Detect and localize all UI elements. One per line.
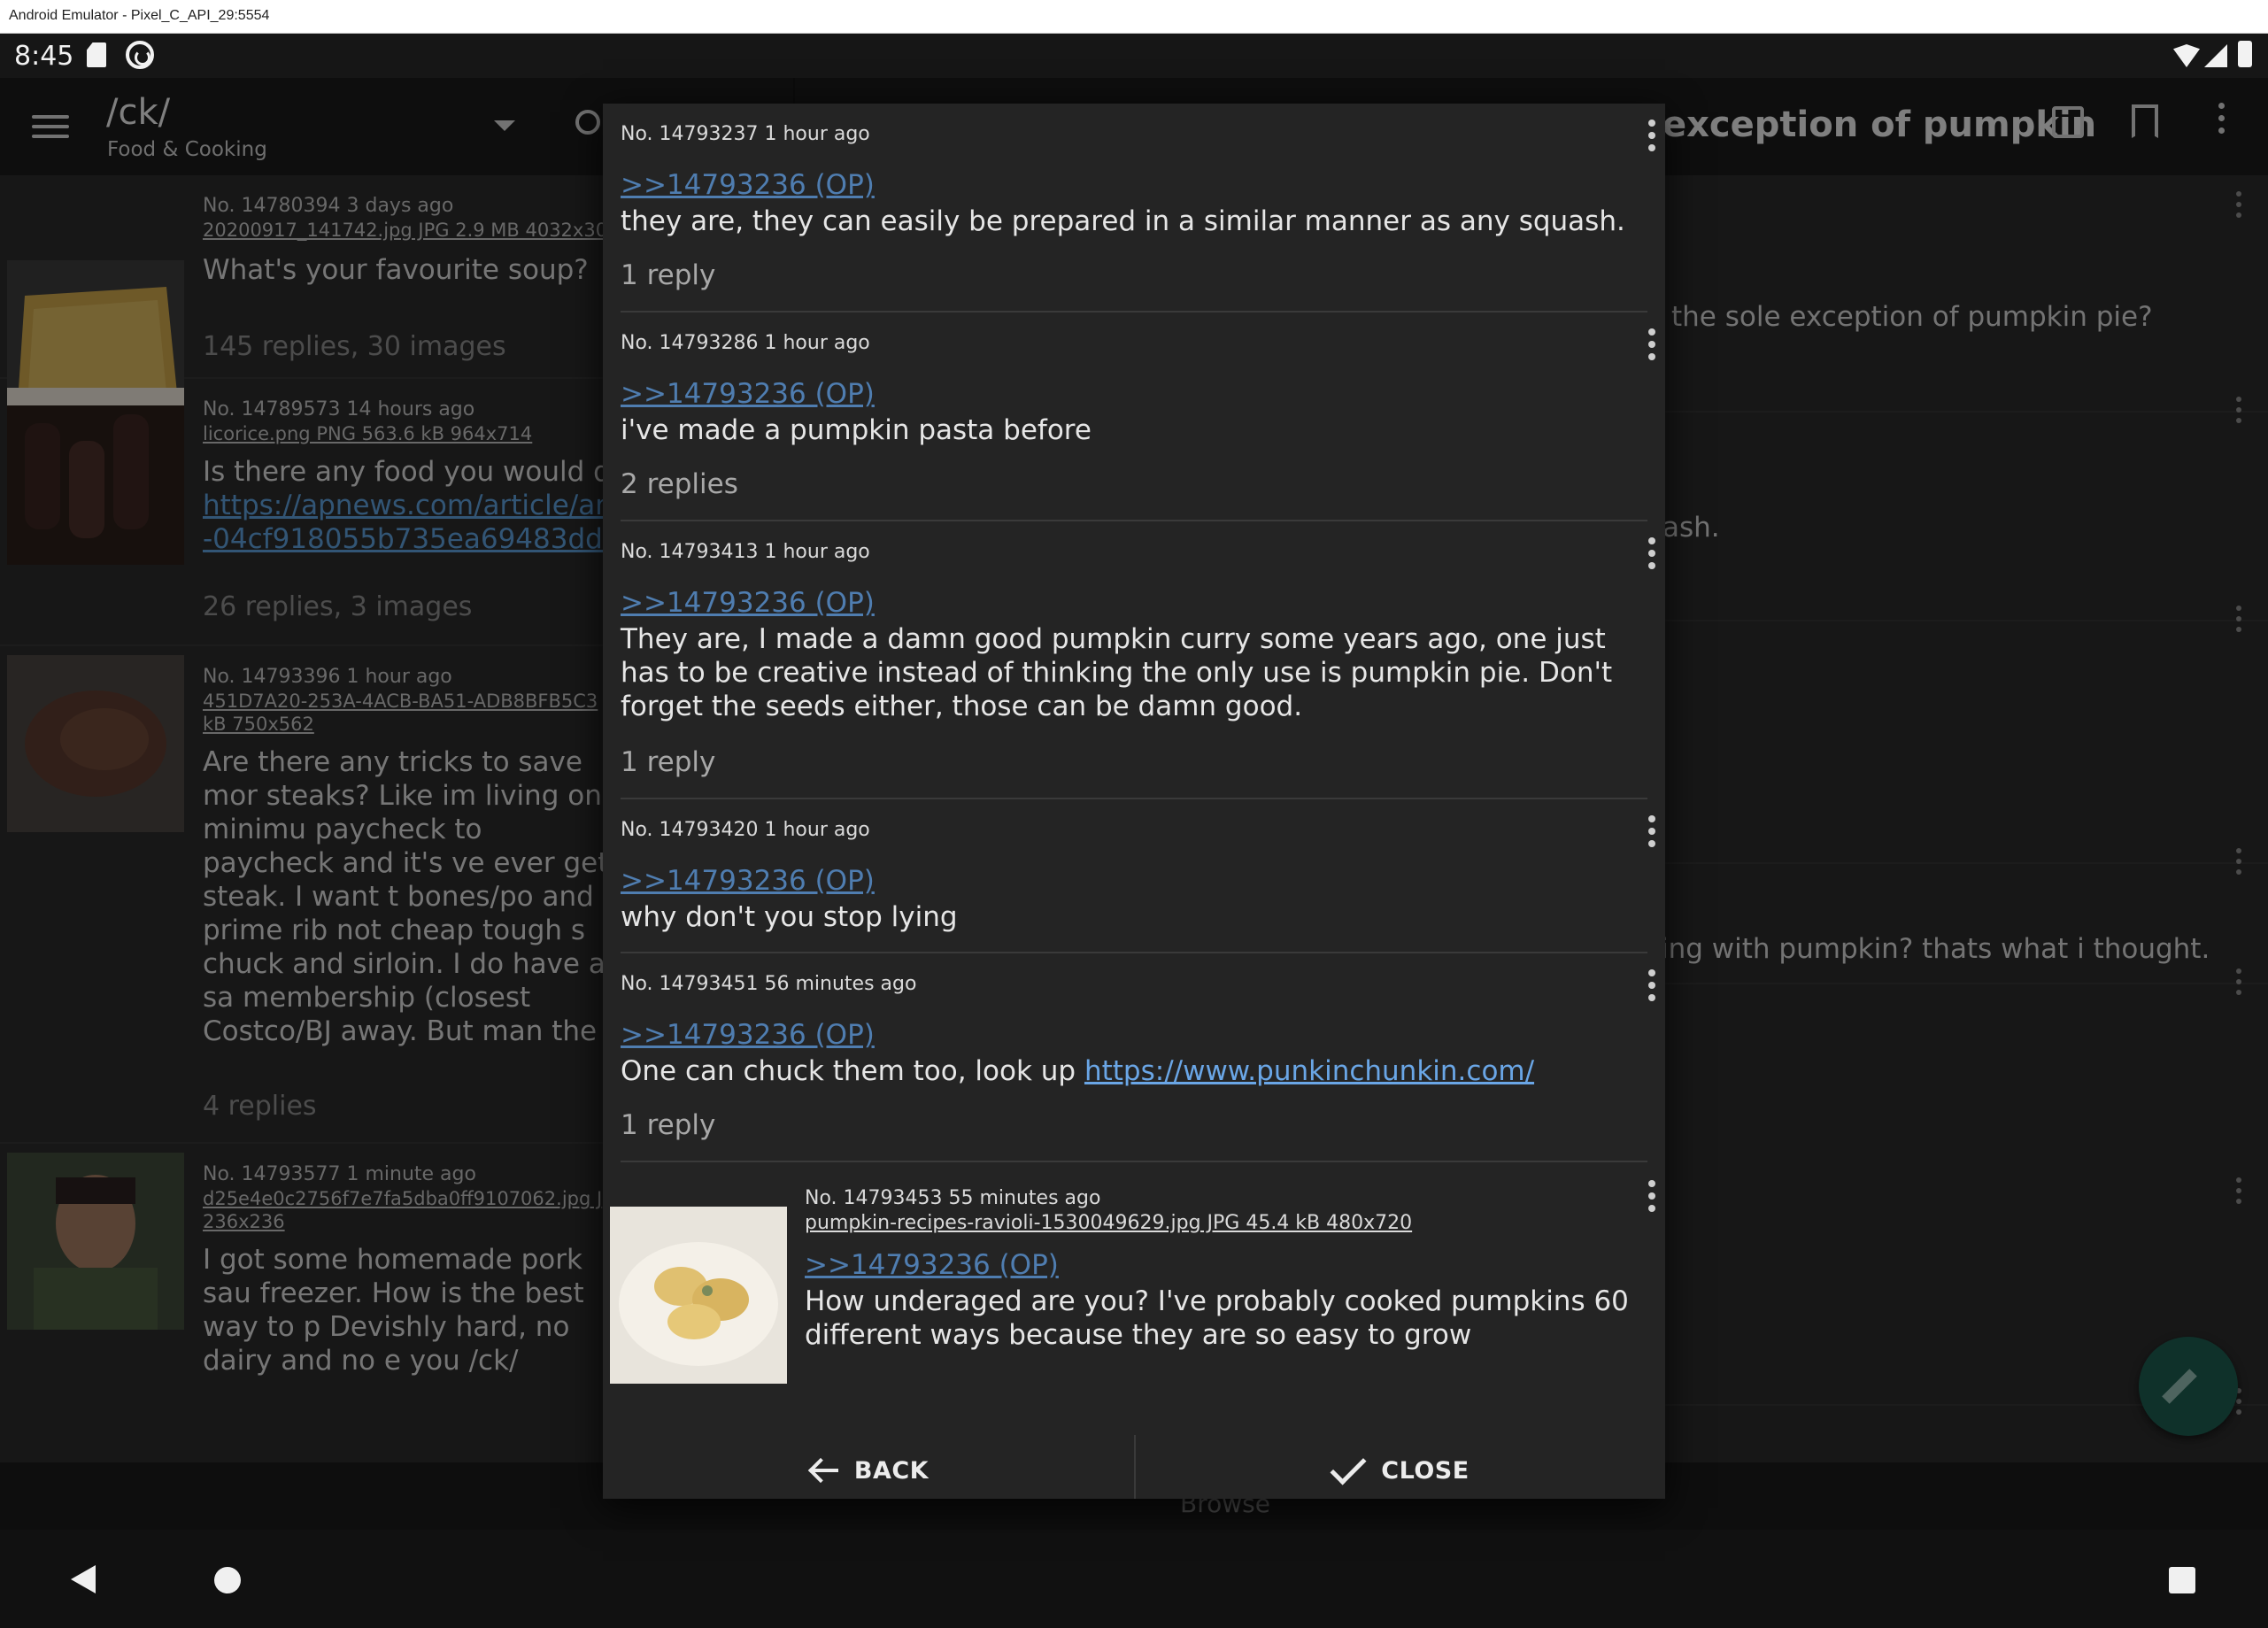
- reply-post[interactable]: No. 14793451 56 minutes ago >>14793236 (…: [621, 953, 1655, 1162]
- close-button-label: CLOSE: [1381, 1456, 1470, 1485]
- reply-post[interactable]: No. 14793286 1 hour ago >>14793236 (OP) …: [621, 312, 1655, 521]
- reply-post[interactable]: No. 14793237 1 hour ago >>14793236 (OP) …: [621, 104, 1655, 312]
- post-quote-link[interactable]: >>14793236 (OP): [621, 587, 875, 619]
- post-quote-link[interactable]: >>14793236 (OP): [621, 865, 875, 897]
- nav-back-icon[interactable]: [71, 1565, 96, 1593]
- nav-home-icon[interactable]: [214, 1567, 241, 1593]
- close-button[interactable]: CLOSE: [1134, 1435, 1665, 1499]
- post-overflow-icon[interactable]: [1648, 537, 1655, 575]
- post-body: why don't you stop lying: [621, 901, 958, 933]
- post-overflow-icon[interactable]: [1648, 815, 1655, 853]
- dialog-actions: BACK CLOSE: [603, 1435, 1665, 1499]
- post-body-text: One can chuck them too, look up: [621, 1055, 1084, 1087]
- post-overflow-icon[interactable]: [1648, 328, 1655, 366]
- post-thumbnail[interactable]: [610, 1207, 787, 1384]
- system-nav-bar: [0, 1530, 2268, 1628]
- post-quote-link[interactable]: >>14793236 (OP): [621, 378, 875, 410]
- battery-icon: [2238, 41, 2252, 67]
- post-overflow-icon[interactable]: [1648, 969, 1655, 1007]
- post-file[interactable]: pumpkin-recipes-ravioli-1530049629.jpg J…: [805, 1212, 1412, 1234]
- post-replies[interactable]: 2 replies: [621, 468, 738, 500]
- status-time: 8:45: [14, 41, 74, 72]
- device-screen: 8:45 /ck/ Food & Cooking No. 14780394 3 …: [0, 34, 2268, 1628]
- post-external-link[interactable]: https://www.punkinchunkin.com/: [1084, 1055, 1534, 1087]
- post-meta: No. 14793237 1 hour ago: [621, 123, 870, 145]
- post-body: They are, I made a damn good pumpkin cur…: [621, 623, 1613, 722]
- post-body: i've made a pumpkin pasta before: [621, 414, 1092, 446]
- post-quote-link[interactable]: >>14793236 (OP): [621, 1019, 875, 1051]
- back-button[interactable]: BACK: [603, 1435, 1134, 1499]
- post-meta: No. 14793453 55 minutes ago: [805, 1187, 1101, 1209]
- emulator-title-bar: Android Emulator - Pixel_C_API_29:5554: [0, 0, 2268, 34]
- post-quote-link[interactable]: >>14793236 (OP): [621, 169, 875, 201]
- post-replies[interactable]: 1 reply: [621, 746, 715, 778]
- sd-card-icon: [87, 42, 106, 67]
- post-meta: No. 14793420 1 hour ago: [621, 819, 870, 841]
- post-overflow-icon[interactable]: [1648, 120, 1655, 157]
- reply-post[interactable]: No. 14793413 1 hour ago >>14793236 (OP) …: [621, 521, 1655, 799]
- post-overflow-icon[interactable]: [1648, 1180, 1655, 1217]
- replies-dialog: No. 14793237 1 hour ago >>14793236 (OP) …: [603, 104, 1665, 1499]
- post-replies[interactable]: 1 reply: [621, 1109, 715, 1141]
- post-body: How underaged are you? I've probably coo…: [805, 1285, 1629, 1351]
- signal-icon: [2204, 44, 2227, 67]
- emulator-title: Android Emulator - Pixel_C_API_29:5554: [9, 8, 270, 23]
- back-arrow-icon: [808, 1457, 838, 1484]
- status-bar: 8:45: [0, 34, 2268, 78]
- post-meta: No. 14793451 56 minutes ago: [621, 973, 917, 995]
- check-icon: [1330, 1448, 1367, 1485]
- post-meta: No. 14793413 1 hour ago: [621, 541, 870, 563]
- post-body: One can chuck them too, look up https://…: [621, 1054, 1639, 1088]
- post-quote-link[interactable]: >>14793236 (OP): [805, 1249, 1059, 1281]
- wifi-icon: [2173, 44, 2200, 67]
- post-body: they are, they can easily be prepared in…: [621, 205, 1625, 237]
- sync-icon: [126, 41, 154, 69]
- post-meta: No. 14793286 1 hour ago: [621, 332, 870, 354]
- nav-recents-icon[interactable]: [2169, 1567, 2195, 1593]
- post-replies[interactable]: 1 reply: [621, 259, 715, 291]
- back-button-label: BACK: [853, 1456, 930, 1485]
- reply-post[interactable]: No. 14793420 1 hour ago >>14793236 (OP) …: [621, 799, 1655, 953]
